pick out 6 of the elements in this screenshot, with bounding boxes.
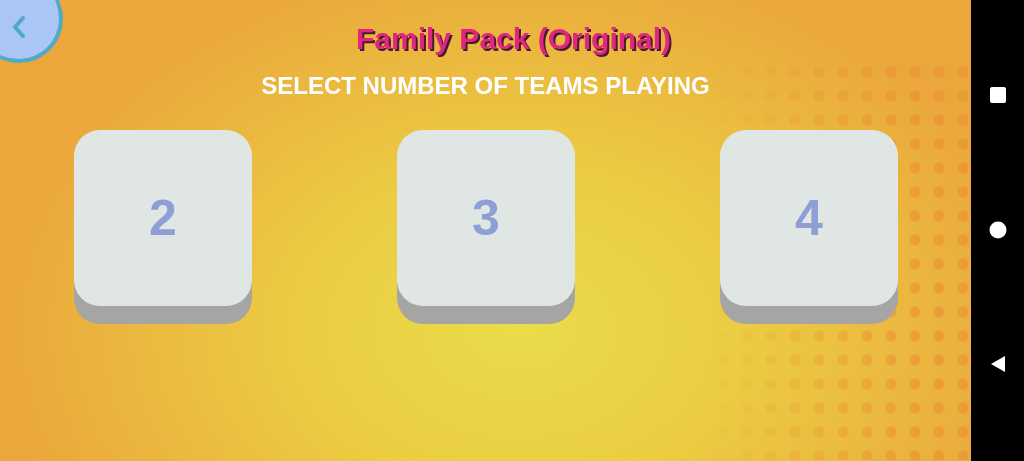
back-icon[interactable]	[989, 355, 1006, 373]
chevron-left-icon	[12, 15, 26, 39]
home-icon[interactable]	[988, 220, 1007, 239]
recent-apps-icon[interactable]	[988, 86, 1007, 104]
instruction-heading: SELECT NUMBER OF TEAMS PLAYING	[261, 72, 710, 100]
pack-title: Family Pack (Original)	[356, 21, 672, 57]
